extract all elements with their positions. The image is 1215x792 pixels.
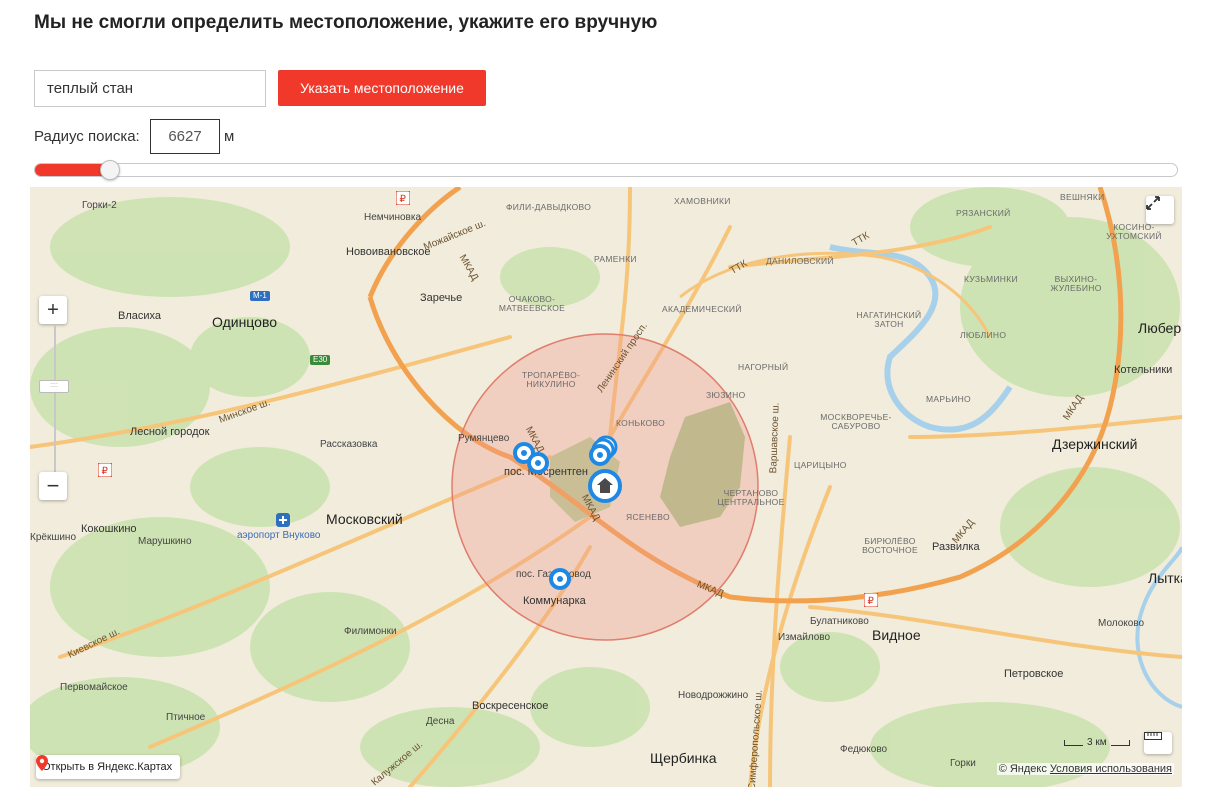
map-label-district: ЧЕРТАНОВО ЦЕНТРАЛЬНОЕ <box>717 488 785 507</box>
map-label-place: Новоивановское <box>346 246 431 258</box>
map-label-place: Кокошкино <box>81 523 137 535</box>
terms-link[interactable]: Условия использования <box>1050 763 1172 775</box>
radius-input[interactable] <box>150 119 220 154</box>
map-label-place: Первомайское <box>60 682 128 693</box>
map-label-district: МОСКВОРЕЧЬЕ-САБУРОВО <box>820 412 892 431</box>
svg-text:₽: ₽ <box>102 466 109 477</box>
map-label-airport: аэропорт Внуково <box>237 530 321 541</box>
map-label-place: Молоково <box>1098 618 1145 629</box>
map-label-place: Заречье <box>420 292 463 304</box>
open-in-yandex-maps-label: Открыть в Яндекс.Картах <box>42 761 173 773</box>
map-label-district: ХАМОВНИКИ <box>674 196 731 206</box>
map-label-district: ФИЛИ-ДАВЫДКОВО <box>506 202 592 212</box>
ruler-icon <box>1144 732 1162 740</box>
scale-label: 3 км <box>1087 737 1107 748</box>
map-label-place: Коммунарка <box>523 595 586 607</box>
location-search-input[interactable] <box>34 70 266 107</box>
zoom-out-button[interactable]: − <box>39 472 67 500</box>
map-label-district: ТРОПАРЁВО-НИКУЛИНО <box>521 370 581 389</box>
railway-icon: ₽ <box>864 593 878 607</box>
map-label-moskovsky: Московский <box>326 511 403 527</box>
map-label-place: Птичное <box>166 712 206 723</box>
zoom-track[interactable] <box>54 325 56 477</box>
map-label-place: Филимонки <box>344 626 397 637</box>
map-label-vidnoe: Видное <box>872 627 921 643</box>
map-label-lubertsy: Люберцы <box>1138 320 1182 336</box>
railway-icon: ₽ <box>98 463 112 477</box>
set-location-button[interactable]: Указать местоположение <box>278 70 486 106</box>
ruler-button[interactable] <box>1144 732 1172 754</box>
radius-label: Радиус поиска: <box>34 128 140 145</box>
map-label-place: Воскресенское <box>472 700 549 712</box>
expand-icon <box>1146 196 1160 210</box>
map-label-place: Крёкшино <box>30 532 77 543</box>
map-label-place: Румянцево <box>458 433 510 444</box>
radius-unit: м <box>224 128 235 145</box>
map-label-district: ВЫХИНО-ЖУЛЕБИНО <box>1050 274 1102 293</box>
map-label-place: Марушкино <box>138 536 192 547</box>
map-label-district: ЦАРИЦЫНО <box>794 460 847 470</box>
zoom-slider-handle[interactable]: :::: <box>39 380 69 393</box>
map-label-district: ЛЮБЛИНО <box>960 330 1007 340</box>
map-label-district: ЗЮЗИНО <box>706 390 746 400</box>
map-label-district: РЯЗАНСКИЙ <box>956 208 1011 218</box>
map-label-road-m1: М-1 <box>250 291 270 301</box>
radius-slider-fill <box>35 164 110 176</box>
copyright-text: © Яндекс <box>998 763 1047 775</box>
map-marker[interactable] <box>548 567 578 597</box>
map-scale: 3 км <box>1064 737 1130 748</box>
scale-bar-left <box>1064 739 1083 746</box>
map-label-place: Горки-2 <box>82 200 117 211</box>
map-label-shcherbinka: Щербинка <box>650 750 717 766</box>
map-label-place: Измайлово <box>778 632 831 643</box>
svg-text:₽: ₽ <box>400 194 407 205</box>
radius-slider-handle[interactable] <box>100 160 121 180</box>
map-label-place: Горки <box>950 758 976 769</box>
radius-slider[interactable] <box>34 160 1178 180</box>
map-label-district: ДАНИЛОВСКИЙ <box>766 256 834 266</box>
map-copyright: © Яндекс Условия использования <box>996 763 1174 775</box>
map-label-place: Петровское <box>1004 668 1064 680</box>
map-label-road-e30: E30 <box>310 355 331 365</box>
map-label-district: МАРЬИНО <box>926 394 971 404</box>
map-label-lytkarino: Лыткарино <box>1148 570 1182 586</box>
airport-icon <box>276 513 290 527</box>
map-label-place: Лесной городок <box>130 426 210 438</box>
map-label-district: РАМЕНКИ <box>594 254 637 264</box>
zoom-in-button[interactable]: + <box>39 296 67 324</box>
map-label-place: Десна <box>426 716 455 727</box>
map-marker-cluster[interactable] <box>588 435 624 471</box>
map-label-place: Вешняки <box>1060 192 1105 202</box>
scale-bar-right <box>1110 739 1130 746</box>
map-label-place: Власиха <box>118 310 162 322</box>
map-label-place: Булатниково <box>810 616 869 627</box>
map-label-district: ОЧАКОВО-МАТВЕЕВСКОЕ <box>498 294 566 313</box>
map-label-district: НАГАТИНСКИЙ ЗАТОН <box>856 310 922 329</box>
map-label-district: НАГОРНЫЙ <box>738 362 789 372</box>
map-label-place: Федюково <box>840 744 888 755</box>
map-label-district: КУЗЬМИНКИ <box>964 274 1018 284</box>
fullscreen-button[interactable] <box>1146 196 1174 224</box>
svg-text:₽: ₽ <box>868 596 875 607</box>
map-label-district: КОСИНО-УХТОМСКИЙ <box>1106 222 1162 241</box>
plus-icon: + <box>47 298 59 321</box>
map-pin-icon <box>36 755 48 771</box>
page-title: Мы не смогли определить местоположение, … <box>34 12 658 33</box>
map-marker[interactable] <box>526 451 556 481</box>
map-label-district: КОНЬКОВО <box>616 418 666 428</box>
map-label-place: Немчиновка <box>364 212 422 223</box>
railway-icon: ₽ <box>396 191 410 205</box>
map-label-odintsovo: Одинцово <box>212 314 278 330</box>
map-label-place: Котельники <box>1114 364 1173 376</box>
map-label-district: БИРЮЛЁВО ВОСТОЧНОЕ <box>862 536 918 555</box>
map-label-place: Рассказовка <box>320 439 378 450</box>
map-label-district: АКАДЕМИЧЕСКИЙ <box>662 304 742 314</box>
map-label-dzerzhinsky: Дзержинский <box>1052 436 1138 452</box>
minus-icon: − <box>46 473 60 498</box>
map[interactable]: Одинцово Московский Видное Дзержинский Щ… <box>30 187 1182 787</box>
map-label-place: Новодрожжино <box>678 690 749 701</box>
home-marker-icon[interactable] <box>588 469 624 505</box>
map-label-district: ЯСЕНЕВО <box>626 512 670 522</box>
open-in-yandex-maps-button[interactable]: Открыть в Яндекс.Картах <box>36 755 181 779</box>
